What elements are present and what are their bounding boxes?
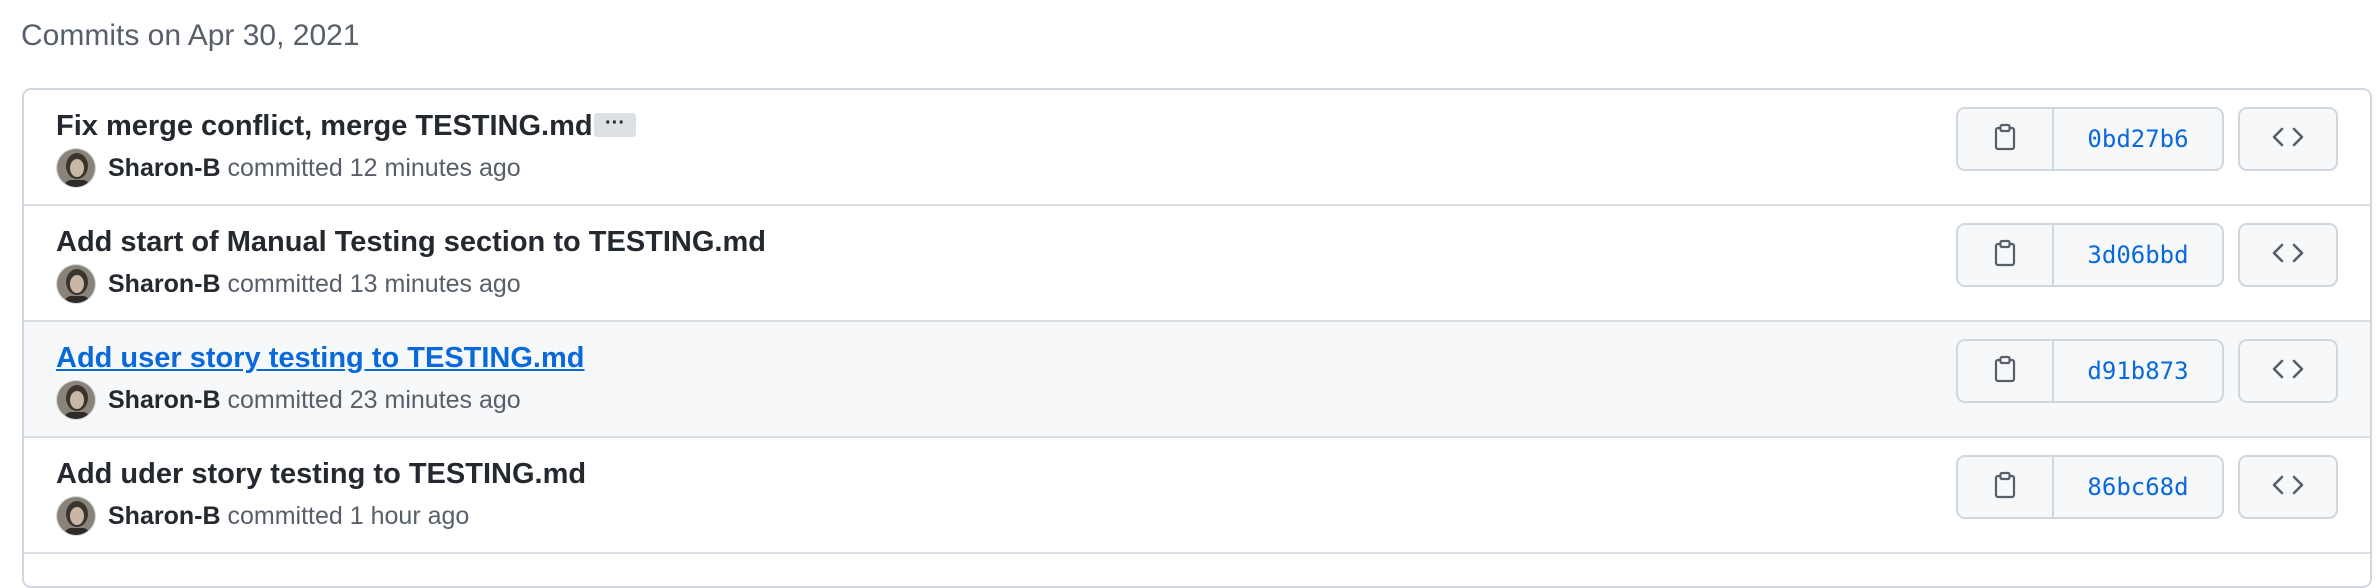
commit-time: committed 13 minutes ago: [227, 269, 521, 298]
commit-sha-link[interactable]: 3d06bbd: [2054, 225, 2222, 285]
author-avatar[interactable]: [56, 264, 96, 304]
clipboard-icon: [1993, 239, 2017, 272]
commit-row: Add user story testing to TESTING.md Sha…: [24, 322, 2370, 438]
commit-message-link[interactable]: Add uder story testing to TESTING.md: [56, 454, 586, 494]
commit-time: committed 12 minutes ago: [227, 153, 521, 182]
commit-message-link[interactable]: Fix merge conflict, merge TESTING.md: [56, 106, 593, 146]
copy-sha-button[interactable]: [1958, 225, 2054, 285]
copy-sha-button[interactable]: [1958, 341, 2054, 401]
author-avatar[interactable]: [56, 496, 96, 536]
commit-meta: Sharon-B committed 12 minutes ago: [56, 148, 521, 188]
commit-meta: Sharon-B committed 1 hour ago: [56, 496, 469, 536]
commit-meta: Sharon-B committed 23 minutes ago: [56, 380, 521, 420]
author-link[interactable]: Sharon-B: [108, 386, 221, 415]
code-icon: [2270, 241, 2306, 270]
clipboard-icon: [1993, 123, 2017, 156]
commit-sha-link[interactable]: 0bd27b6: [2054, 109, 2222, 169]
sha-button-group: 3d06bbd: [1956, 223, 2224, 287]
expand-commit-message-button[interactable]: ···: [594, 113, 636, 137]
browse-repository-button[interactable]: [2238, 339, 2338, 403]
author-avatar[interactable]: [56, 148, 96, 188]
author-link[interactable]: Sharon-B: [108, 154, 221, 183]
commit-time: committed 1 hour ago: [227, 501, 470, 530]
clipboard-icon: [1993, 471, 2017, 504]
commit-row: Add uder story testing to TESTING.md Sha…: [24, 438, 2370, 554]
browse-repository-button[interactable]: [2238, 223, 2338, 287]
commit-group-heading: Commits on Apr 30, 2021: [21, 19, 360, 52]
browse-repository-button[interactable]: [2238, 107, 2338, 171]
copy-sha-button[interactable]: [1958, 109, 2054, 169]
commit-time: committed 23 minutes ago: [227, 385, 521, 414]
commit-sha-link[interactable]: d91b873: [2054, 341, 2222, 401]
sha-button-group: 86bc68d: [1956, 455, 2224, 519]
commit-row: Add start of Manual Testing section to T…: [24, 206, 2370, 322]
author-link[interactable]: Sharon-B: [108, 502, 221, 531]
author-link[interactable]: Sharon-B: [108, 270, 221, 299]
clipboard-icon: [1993, 355, 2017, 388]
commit-row: Fix merge conflict, merge TESTING.md ···…: [24, 90, 2370, 206]
commit-message-link[interactable]: Add user story testing to TESTING.md: [56, 338, 585, 378]
commit-list: Fix merge conflict, merge TESTING.md ···…: [22, 88, 2372, 588]
commit-sha-link[interactable]: 86bc68d: [2054, 457, 2222, 517]
sha-button-group: 0bd27b6: [1956, 107, 2224, 171]
author-avatar[interactable]: [56, 380, 96, 420]
copy-sha-button[interactable]: [1958, 457, 2054, 517]
code-icon: [2270, 357, 2306, 386]
code-icon: [2270, 125, 2306, 154]
browse-repository-button[interactable]: [2238, 455, 2338, 519]
sha-button-group: d91b873: [1956, 339, 2224, 403]
commit-message-link[interactable]: Add start of Manual Testing section to T…: [56, 222, 766, 262]
commit-meta: Sharon-B committed 13 minutes ago: [56, 264, 521, 304]
code-icon: [2270, 473, 2306, 502]
